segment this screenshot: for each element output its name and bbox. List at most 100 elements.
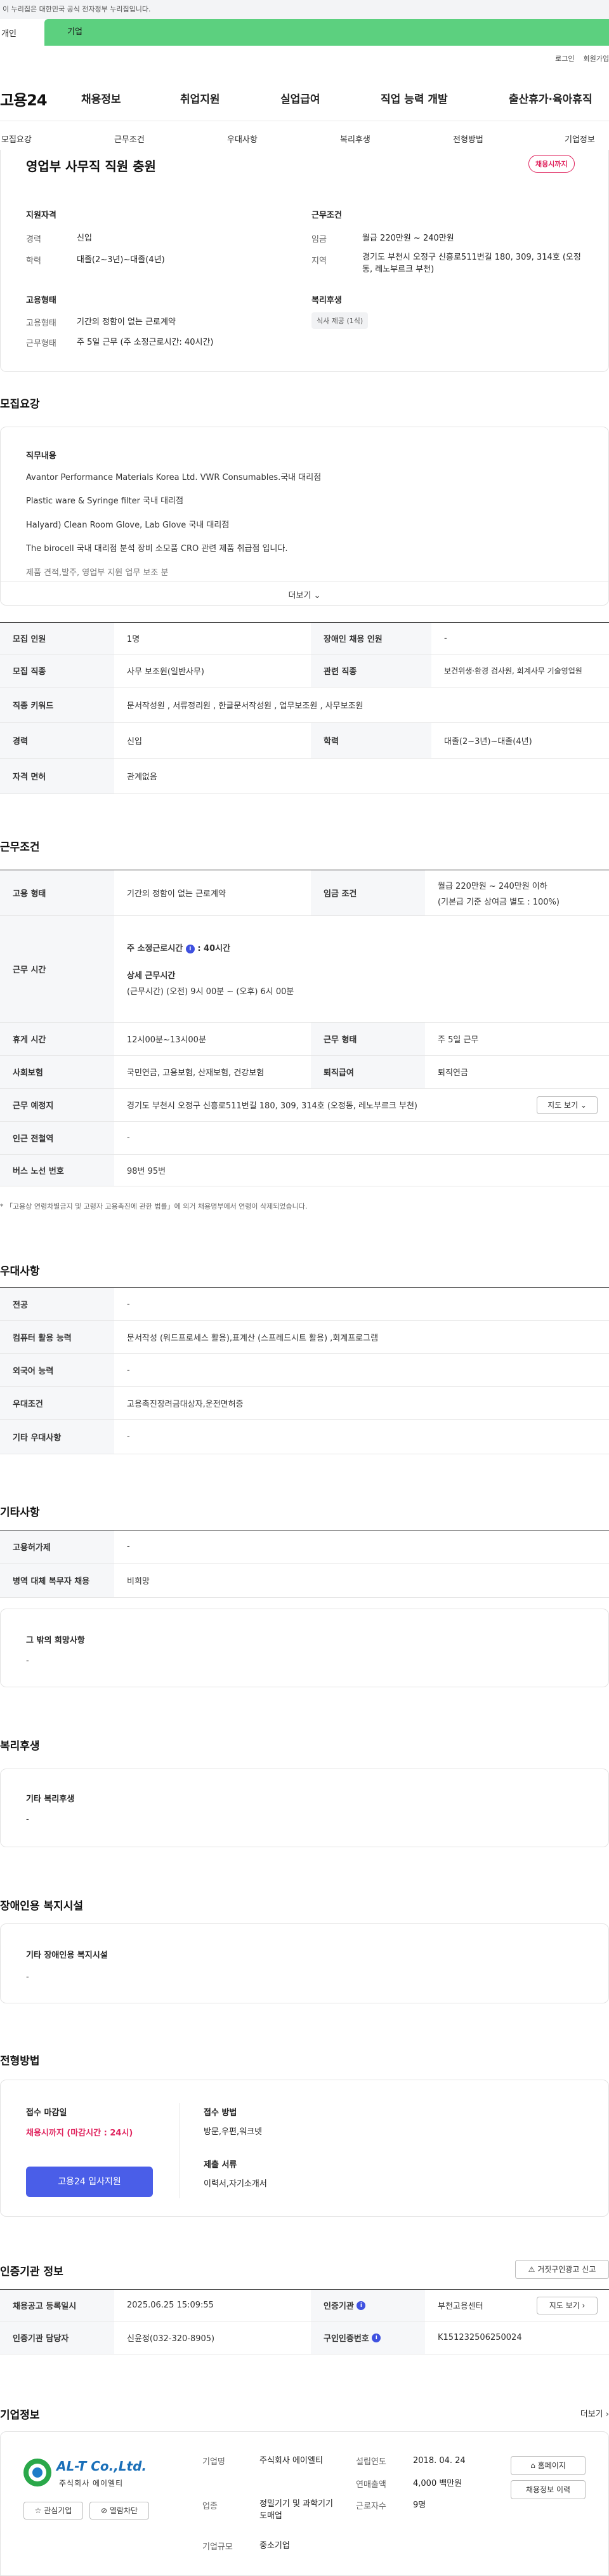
nav-parental-leave[interactable]: 출산휴가·육아휴직	[509, 90, 593, 106]
th: 사회보험	[0, 1056, 114, 1088]
info-icon[interactable]: i	[185, 944, 195, 953]
report-button[interactable]: ⚠ 거짓구인광고 신고	[515, 2260, 609, 2279]
td: -	[444, 634, 447, 643]
home-icon: ⌂	[530, 2461, 535, 2470]
chevron-right-icon: ›	[582, 2301, 586, 2310]
sales-label: 연매출액	[356, 2480, 386, 2490]
job-history-button[interactable]: 채용정보 이력	[511, 2480, 586, 2499]
staff-value: 9명	[413, 2500, 426, 2510]
job-title: 영업부 사무직 직원 충원	[26, 159, 156, 174]
std-hours-value: : 40시간	[197, 944, 231, 953]
edu-value: 대졸(2~3년)~대졸(4년)	[77, 255, 165, 265]
td: -	[127, 1299, 130, 1309]
tab-recruit[interactable]: 모집요강	[1, 133, 32, 145]
staff-label: 근로자수	[356, 2502, 386, 2511]
nav-unemployment-benefit[interactable]: 실업급여	[280, 90, 320, 106]
pref-title: 우대사항	[0, 1265, 40, 1278]
more-button[interactable]: 더보기 ⌄	[1, 588, 608, 601]
td: -	[127, 1542, 130, 1551]
block-button[interactable]: ⊘ 열람차단	[89, 2502, 149, 2520]
region-value: 경기도 부천시 오정구 신흥로511번길 180, 309, 314호 (오정동…	[362, 253, 581, 274]
site-logo[interactable]: 고용24	[0, 88, 48, 110]
table-row: 전공 -	[0, 1288, 609, 1321]
nav-employment-support[interactable]: 취업지원	[180, 90, 220, 106]
qual-title: 지원자격	[26, 211, 56, 220]
table-row: 기타 우대사항 -	[0, 1420, 609, 1454]
homepage-button[interactable]: ⌂ 홈페이지	[511, 2456, 586, 2475]
chevron-right-icon: ›	[605, 2410, 609, 2419]
block-label: 열람차단	[109, 2506, 138, 2515]
deadline-label: 접수 마감일	[26, 2108, 67, 2118]
size-label: 기업규모	[202, 2542, 233, 2552]
chevron-down-icon: ⌄	[313, 591, 321, 601]
disab-box-value: -	[26, 1972, 29, 1982]
nav-job-info[interactable]: 채용정보	[81, 90, 121, 106]
duty-line: 제품 견적,발주, 영업부 지원 업무 보조 분	[26, 568, 169, 578]
emp-label: 고용형태	[26, 319, 56, 328]
selection-title: 전형방법	[0, 2055, 40, 2068]
td: 관계없음	[127, 773, 157, 782]
th: 컴퓨터 활용 능력	[0, 1321, 114, 1353]
th: 우대조건	[0, 1387, 114, 1419]
tab-company[interactable]: 기업정보	[565, 133, 595, 145]
td: 신윤정(032-320-8905)	[127, 2334, 215, 2344]
tab-selection[interactable]: 전형방법	[453, 133, 483, 145]
table-row: 고용 형태 기간의 정함이 없는 근로계약 임금 조건 월급 220만원 ~ 2…	[0, 870, 609, 916]
company-more-link[interactable]: 더보기 ›	[580, 2407, 609, 2419]
selection-card: 접수 마감일 채용시까지 (마감시간 : 24시) 고용24 입사지원 접수 방…	[0, 2080, 609, 2217]
wage-bonus: (기본급 기준 상여금 별도 : 100%)	[438, 897, 560, 907]
wage-range: 월급 220만원 ~ 240만원 이하	[438, 881, 547, 891]
gov-banner: 이 누리집은 대한민국 공식 전자정부 누리집입니다.	[0, 0, 609, 19]
fav-company-button[interactable]: ☆ 관심기업	[23, 2502, 83, 2520]
tab-benefits[interactable]: 복리후생	[340, 133, 370, 145]
company-name-label: 기업명	[202, 2457, 225, 2467]
work-hours-cell: 주 소정근로시간 i : 40시간 상세 근무시간 (근무시간) (오전) 9시…	[114, 916, 609, 1022]
company-more-label: 더보기	[580, 2410, 603, 2419]
map-button[interactable]: 지도 보기 ⌄	[537, 1096, 598, 1114]
detail-hours-value: (근무시간) (오전) 9시 00분 ~ (오후) 6시 00분	[127, 987, 294, 997]
tab-conditions[interactable]: 근무조건	[114, 133, 145, 145]
recruit-title: 모집요강	[0, 398, 40, 411]
table-row: 채용공고 등록일시 2025.06.25 15:09:55 인증기관 i 부천고…	[0, 2290, 609, 2321]
disab-card: 기타 장애인용 복지시설 -	[0, 1923, 609, 2003]
info-icon[interactable]: i	[372, 2333, 381, 2342]
table-row: 근무 시간 주 소정근로시간 i : 40시간 상세 근무시간 (근무시간) (…	[0, 916, 609, 1023]
apply-button[interactable]: 고용24 입사지원	[26, 2167, 153, 2197]
nav-vocational-training[interactable]: 직업 능력 개발	[381, 90, 448, 106]
etc-title: 기타사항	[0, 1506, 40, 1519]
td: 퇴직연금	[438, 1068, 468, 1078]
td: 주 5일 근무	[438, 1035, 479, 1045]
td: 국민연금, 고용보험, 산재보험, 건강보험	[127, 1068, 265, 1078]
method-value: 방문,우편,워크넷	[204, 2127, 262, 2137]
company-logo: AL-T Co.,Ltd. 주식회사 에이엘티	[23, 2455, 150, 2495]
founded-value: 2018. 04. 24	[413, 2456, 466, 2466]
table-row: 모집 인원 1명 장애인 채용 인원 -	[0, 623, 609, 654]
disab-title: 장애인용 복지시설	[0, 1900, 84, 1913]
hope-value: -	[26, 1656, 29, 1666]
th: 고용 형태	[0, 870, 114, 915]
th: 자격 면허	[0, 759, 114, 793]
login-link[interactable]: 로그인	[555, 55, 574, 63]
company-name: 주식회사 에이엘티	[259, 2456, 323, 2466]
table-row: 병역 대체 복무자 채용 비희망	[0, 1564, 609, 1598]
td: 사무 보조원(일반사무)	[127, 667, 204, 677]
info-icon[interactable]: i	[357, 2300, 366, 2310]
th: 외국어 능력	[0, 1354, 114, 1386]
th: 인증기관 담당자	[0, 2321, 114, 2354]
homepage-label: 홈페이지	[537, 2461, 566, 2470]
table-row: 휴게 시간 12시00분~13시00분 근무 형태 주 5일 근무	[0, 1023, 609, 1056]
summary-card: 영업부 사무직 직원 충원 채용시까지 지원자격 경력 신입 학력 대졸(2~3…	[0, 150, 609, 372]
table-row: 근무 예정지 경기도 부천시 오정구 신흥로511번길 180, 309, 31…	[0, 1089, 609, 1122]
logo-text: AL-T Co.,Ltd.	[56, 2459, 147, 2474]
table-row: 모집 직종 사무 보조원(일반사무) 관련 직종 보건위생·환경 검사원, 회계…	[0, 654, 609, 687]
join-link[interactable]: 회원가입	[584, 55, 609, 63]
td: 문서작성 (워드프로세스 활용),표계산 (스프레드시트 활용) ,회계프로그램	[127, 1334, 379, 1343]
tab-personal[interactable]: 개인	[0, 23, 44, 46]
table-row: 경력 신입 학력 대졸(2~3년)~대졸(4년)	[0, 723, 609, 759]
tab-business[interactable]: 기업	[44, 19, 609, 46]
welfare-title: 복리후생	[311, 296, 342, 305]
tab-preference[interactable]: 우대사항	[227, 133, 258, 145]
age-note: * 「고용상 연령차별금지 및 고령자 고용촉진에 관한 법률」에 의거 채용명…	[0, 1202, 308, 1211]
cert-map-button[interactable]: 지도 보기 ›	[537, 2297, 598, 2314]
cert-map-label: 지도 보기	[549, 2301, 580, 2310]
